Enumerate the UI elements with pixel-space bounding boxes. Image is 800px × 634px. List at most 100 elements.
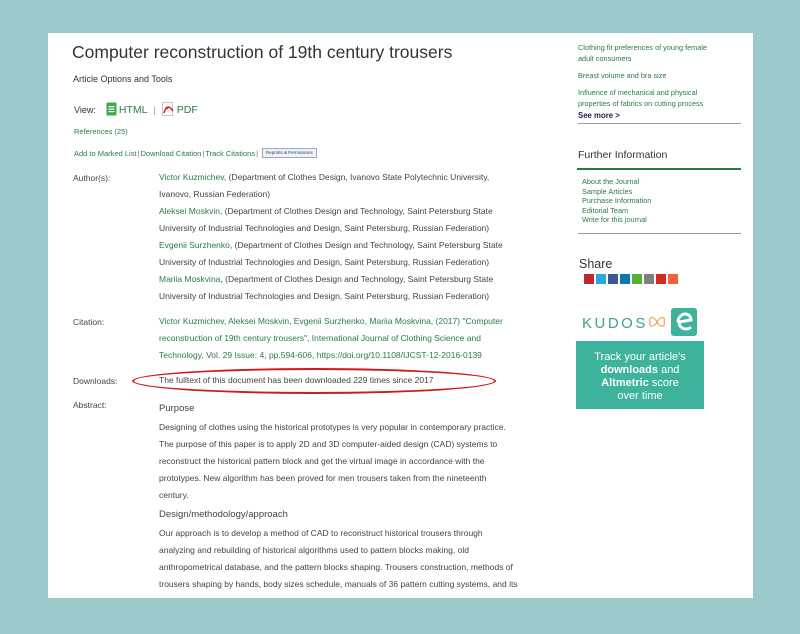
kudos-line: Track your article's — [594, 351, 686, 363]
share-icons — [584, 274, 680, 284]
design-line: analyzing and rebuilding of historical a… — [159, 545, 469, 555]
citation-line: Victor Kuzmichev, Aleksei Moskvin, Evgen… — [159, 316, 503, 326]
kudos-text: Track your article's downloads and Altme… — [576, 351, 704, 403]
citation-line: Technology, Vol. 29 Issue: 4, pp.594-606… — [159, 347, 549, 364]
kudos-line: Altmetric score — [576, 377, 704, 390]
doi-link[interactable]: https://doi.org/10.1108/IJCST-12-2016-01… — [317, 350, 482, 360]
see-more-link[interactable]: See more > — [578, 111, 620, 120]
view-label: View: — [74, 105, 96, 115]
related-article-line: Breast volume and bra size — [578, 71, 667, 80]
related-article-line: Influence of mechanical and physical — [578, 88, 698, 97]
author-affiliation: , (Department of Clothes Design and Tech… — [219, 206, 493, 216]
linkedin-icon[interactable] — [620, 274, 630, 284]
divider — [578, 123, 741, 124]
options-heading: Article Options and Tools — [73, 74, 173, 84]
tools-separator: | — [202, 148, 205, 158]
butterfly-icon — [648, 315, 666, 334]
purpose-heading: Purpose — [159, 403, 195, 414]
abstract-section: Purpose Designing of clothes using the h… — [159, 400, 549, 593]
citation-line: reconstruction of 19th century trousers"… — [159, 333, 481, 343]
abstract-label: Abstract: — [73, 400, 107, 410]
tools-separator: | — [137, 148, 140, 158]
kudos-line: over time — [617, 390, 663, 402]
author-entry: Victor Kuzmichev, (Department of Clothes… — [159, 169, 549, 186]
purpose-line: century. — [159, 490, 189, 500]
twitter-icon[interactable] — [596, 274, 606, 284]
about-journal-link[interactable]: About the Journal — [582, 177, 651, 187]
article-tools: Add to Marked List | Download Citation |… — [74, 148, 317, 158]
author-affiliation: , (Department of Clothes Design and Tech… — [229, 240, 503, 250]
format-separator: | — [153, 105, 156, 115]
author-affiliation-cont: Ivanovo, Russian Federation) — [159, 189, 271, 199]
author-entry: Evgenii Surzhenko, (Department of Clothe… — [159, 237, 549, 254]
weibo-icon[interactable] — [656, 274, 666, 284]
html-doc-icon — [106, 102, 117, 119]
right-sidebar: Clothing fit preferences of young female… — [576, 33, 753, 598]
author-entry: Aleksei Moskvin, (Department of Clothes … — [159, 203, 549, 220]
related-article-line: properties of fabrics on cutting process — [578, 99, 704, 108]
reprints-permissions-button[interactable]: Reprints & Permissions — [262, 148, 317, 158]
view-formats: View: HTML | PDF — [74, 101, 198, 119]
tools-separator: | — [256, 148, 259, 158]
kudos-line: downloads and — [576, 364, 704, 377]
citation-text[interactable]: Victor Kuzmichev, Aleksei Moskvin, Evgen… — [159, 313, 549, 364]
related-article-line: adult consumers — [578, 54, 632, 63]
purpose-line: The purpose of this paper is to apply 2D… — [159, 439, 498, 449]
references-link[interactable]: References (25) — [74, 127, 128, 136]
pdf-link[interactable]: PDF — [161, 101, 198, 119]
track-citations-link[interactable]: Track Citations — [205, 149, 255, 158]
author-link[interactable]: Victor Kuzmichev — [159, 172, 224, 182]
altmetric-logo-icon — [671, 308, 697, 336]
design-heading: Design/methodology/approach — [159, 509, 288, 520]
sample-articles-link[interactable]: Sample Articles — [582, 187, 651, 197]
purpose-line: prototypes. New algorithm has been prove… — [159, 473, 487, 483]
further-info-list: About the Journal Sample Articles Purcha… — [582, 177, 651, 225]
divider — [578, 233, 741, 234]
red-highlight-ellipse — [132, 368, 496, 394]
kudos-bold: downloads — [600, 364, 659, 376]
more-share-icon[interactable] — [668, 274, 678, 284]
citation-label: Citation: — [73, 317, 105, 327]
author-link[interactable]: Evgenii Surzhenko — [159, 240, 230, 250]
related-article-line: Clothing fit preferences of young female — [578, 43, 707, 52]
author-affiliation: , (Department of Clothes Design, Ivanovo… — [223, 172, 490, 182]
author-link[interactable]: Mariia Moskvina — [159, 274, 220, 284]
add-marked-list-link[interactable]: Add to Marked List — [74, 149, 137, 158]
kudos-tail: score — [648, 377, 679, 389]
related-article-link[interactable]: Clothing fit preferences of young female… — [578, 42, 738, 64]
kudos-logo-area: KUDOS — [576, 303, 704, 341]
further-info-heading: Further Information — [578, 149, 668, 161]
email-icon[interactable] — [644, 274, 654, 284]
mendeley-icon[interactable] — [584, 274, 594, 284]
facebook-icon[interactable] — [608, 274, 618, 284]
downloads-label: Downloads: — [73, 376, 118, 386]
author-link[interactable]: Aleksei Moskvin — [159, 206, 220, 216]
kudos-banner[interactable]: KUDOS Track your article's downloads and… — [576, 303, 704, 409]
article-page: Computer reconstruction of 19th century … — [48, 33, 753, 598]
author-affiliation-cont: University of Industrial Technologies an… — [159, 291, 490, 301]
authors-label: Author(s): — [73, 173, 111, 183]
pdf-icon — [161, 101, 175, 119]
article-main: Computer reconstruction of 19th century … — [48, 33, 558, 598]
html-label: HTML — [118, 104, 148, 116]
related-article-link[interactable]: Influence of mechanical and physical pro… — [578, 87, 738, 109]
green-divider — [577, 168, 741, 170]
editorial-team-link[interactable]: Editorial Team — [582, 206, 651, 216]
download-citation-link[interactable]: Download Citation — [140, 149, 201, 158]
author-affiliation-cont: University of Industrial Technologies an… — [159, 223, 490, 233]
authors-list: Victor Kuzmichev, (Department of Clothes… — [159, 169, 549, 305]
author-entry: Mariia Moskvina, (Department of Clothes … — [159, 271, 549, 288]
related-article-link[interactable]: Breast volume and bra size — [578, 70, 738, 81]
design-line: Our approach is to develop a method of C… — [159, 528, 483, 538]
html-link[interactable]: HTML — [106, 102, 148, 119]
write-for-journal-link[interactable]: Write for this journal — [582, 215, 651, 225]
author-affiliation: , (Department of Clothes Design and Tech… — [220, 274, 494, 284]
purpose-line: reconstruct the historical pattern block… — [159, 456, 485, 466]
page-title: Computer reconstruction of 19th century … — [72, 42, 453, 62]
kudos-and: and — [658, 364, 680, 376]
purpose-line: Designing of clothes using the historica… — [159, 422, 506, 432]
wechat-icon[interactable] — [632, 274, 642, 284]
share-heading: Share — [579, 257, 613, 271]
design-line: trousers shaping by hands, body sizes sc… — [159, 579, 518, 589]
purchase-info-link[interactable]: Purchase Information — [582, 196, 651, 206]
